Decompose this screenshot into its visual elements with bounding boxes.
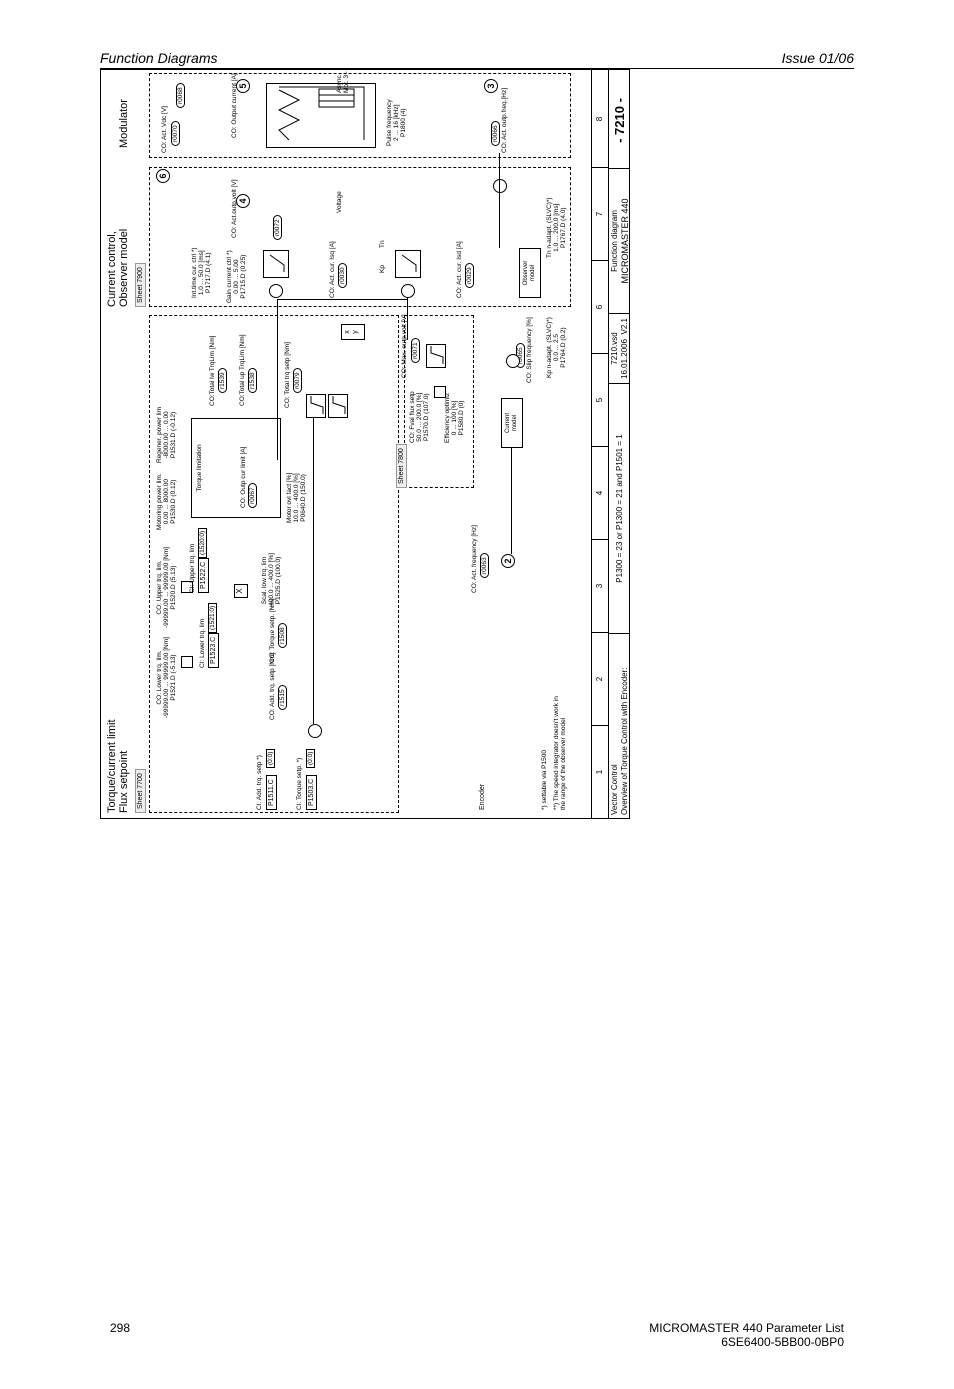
isq-label: CO: Act. cur. Isq [A] bbox=[329, 241, 336, 298]
r1539-label: CO:Total lw TrqLim [Nm] bbox=[209, 336, 216, 406]
regen-label: Regener. power lim -8000.00 ... 0.00 P15… bbox=[156, 407, 177, 463]
ci-lower-label: CI: Lower trq. lim bbox=[199, 619, 206, 668]
torque-limitation-block: Torque limitation bbox=[191, 418, 281, 518]
summing-observer bbox=[493, 179, 507, 193]
r0079: r0079 bbox=[293, 368, 302, 393]
add-trq-setp-label: CI: Add. trq. setp *) bbox=[256, 755, 263, 810]
vdc-label: CO: Act. Vdc [V] bbox=[161, 106, 168, 153]
mult-x: X bbox=[234, 584, 248, 598]
ci-upper-label: CI: Upper trq. lim bbox=[189, 544, 196, 593]
p1523-val: (1521:0) bbox=[208, 603, 217, 633]
motoring-label: Motoring power lim. 0.00 ... 8000.00 P15… bbox=[156, 473, 177, 530]
kp-adapt-label: Kp n-adapt. (SLVC)*) 0.0 ... 2.5 P1764.D… bbox=[546, 317, 567, 378]
r0066: r0066 bbox=[491, 121, 500, 146]
torque-limiter bbox=[306, 394, 326, 418]
sheet-7900: Sheet 7900 bbox=[135, 263, 146, 307]
gain-label: Gain current ctrl *) 0.00 ... 5.00 P1715… bbox=[226, 250, 247, 303]
speed-note: **) The speed integrator doesn't work in… bbox=[553, 696, 567, 810]
tn-adapt-label: Tn n-adapt. (SLVC)*) 1.0 ... 200.0 [ms] … bbox=[546, 197, 567, 258]
eff-opt-label: Efficiency optimiz 0 ... 100 [%] P1580.D… bbox=[444, 393, 465, 443]
circle-3: 3 bbox=[484, 79, 498, 93]
fval-flux-label: CO: Fval flux setp 50.0 ... 200.0 [%] P1… bbox=[409, 391, 430, 443]
torque-limiter2 bbox=[328, 394, 348, 418]
header-left: Function Diagrams bbox=[100, 50, 218, 66]
p1522-val: (1520:0) bbox=[198, 528, 207, 558]
pulse-freq-label: Pulse frequency 2 ... 16 [kHz] P1800 (4) bbox=[386, 99, 407, 146]
sheet-7800: Sheet 7800 bbox=[396, 444, 407, 488]
settable-note: *) settable via P1500 bbox=[541, 750, 548, 810]
p1503c: P1503.C bbox=[306, 775, 317, 810]
summing-slip bbox=[506, 354, 520, 368]
page-number: 298 bbox=[110, 1321, 130, 1349]
r0079-label: CO: Total trq setp [Nm] bbox=[284, 342, 291, 408]
page-footer-right: MICROMASTER 440 Parameter List 6SE6400-5… bbox=[649, 1321, 844, 1349]
encoder-label: Encoder bbox=[479, 784, 487, 810]
header-right: Issue 01/06 bbox=[782, 50, 854, 66]
p1511c: P1511.C bbox=[266, 775, 277, 810]
function-diagram: Torque/current limit Flux setpoint Sheet… bbox=[100, 69, 630, 819]
r1539: r1539 bbox=[218, 368, 227, 393]
upper-trq-label: CO: Upper trq. lim. -99999.00 ... 99999.… bbox=[156, 547, 177, 628]
r1508-label: CO: Torque setp. [Nm] bbox=[269, 598, 276, 663]
p1503c-val: (0:0) bbox=[306, 749, 315, 768]
r0063: r0063 bbox=[480, 553, 489, 578]
r0029: r0029 bbox=[465, 263, 474, 288]
outp-freq-label: CO: Act. outp.freq.[Hz] bbox=[501, 88, 508, 153]
lower-trq-label: CO: Lower trq. lim. -99999.00 ... 99999.… bbox=[156, 637, 177, 718]
sheet-7700: Sheet 7700 bbox=[135, 769, 146, 813]
tn-label: Tn bbox=[379, 240, 386, 248]
r1538: r1538 bbox=[248, 368, 257, 393]
r0071: r0071 bbox=[411, 338, 420, 363]
torque-setp-label: CI: Torque setp. *) bbox=[296, 758, 303, 810]
kp-label: Kp bbox=[379, 265, 386, 273]
isd-label: CO: Act. cur. Isd [A] bbox=[456, 241, 463, 298]
r0030: r0030 bbox=[338, 263, 347, 288]
slip-freq-label: CO: Slip frequency [%] bbox=[526, 317, 533, 383]
p1522c: P1522.C bbox=[198, 558, 209, 593]
summing-1 bbox=[308, 724, 322, 738]
circle-5: 5 bbox=[236, 79, 250, 93]
summing-pi1 bbox=[269, 284, 283, 298]
r0070: r0070 bbox=[171, 121, 180, 146]
observer-model-block: Observer model bbox=[519, 248, 541, 298]
p1511c-val: (0:0) bbox=[266, 749, 275, 768]
motor-ovl-label: Motor ovl fact [%] 10.0 ... 400.0 [%] P0… bbox=[286, 473, 307, 523]
circle-2: 2 bbox=[501, 554, 515, 568]
async-mot-label: Async Mot. 3~ bbox=[336, 71, 350, 93]
r0068: r0068 bbox=[176, 83, 185, 108]
xy-divider: x y bbox=[341, 324, 365, 340]
section-current: Current control, Observer model bbox=[106, 229, 130, 307]
modulator-block bbox=[266, 83, 376, 148]
voltage-label: Voltage bbox=[336, 191, 343, 213]
p1523c: P1523.C bbox=[208, 633, 219, 668]
act-freq-label: CO: Act. frequency [Hz] bbox=[471, 525, 478, 593]
diagram-footer: 1 2 3 4 5 6 7 8 Vector Control Overview … bbox=[591, 70, 629, 818]
r1508: r1508 bbox=[278, 623, 287, 648]
r1538-label: CO:Total up TrqLim [Nm] bbox=[239, 334, 246, 406]
r0067: r0067 bbox=[248, 483, 257, 508]
pi-block-1 bbox=[263, 250, 289, 278]
r0072: r0072 bbox=[273, 215, 282, 240]
int-time-label: Int.time cur. ctrl *) 1.0 ... 50.0 [ms] … bbox=[191, 247, 212, 298]
circle-4: 4 bbox=[236, 194, 250, 208]
current-model-block: Current model bbox=[501, 398, 523, 448]
diagram-title: Torque/current limit Flux setpoint bbox=[106, 719, 130, 813]
pi-block-2 bbox=[395, 250, 421, 278]
r1515: r1515 bbox=[278, 685, 287, 710]
section-modulator: Modulator bbox=[118, 99, 130, 148]
summing-pi2 bbox=[401, 284, 415, 298]
circle-6: 6 bbox=[156, 169, 170, 183]
